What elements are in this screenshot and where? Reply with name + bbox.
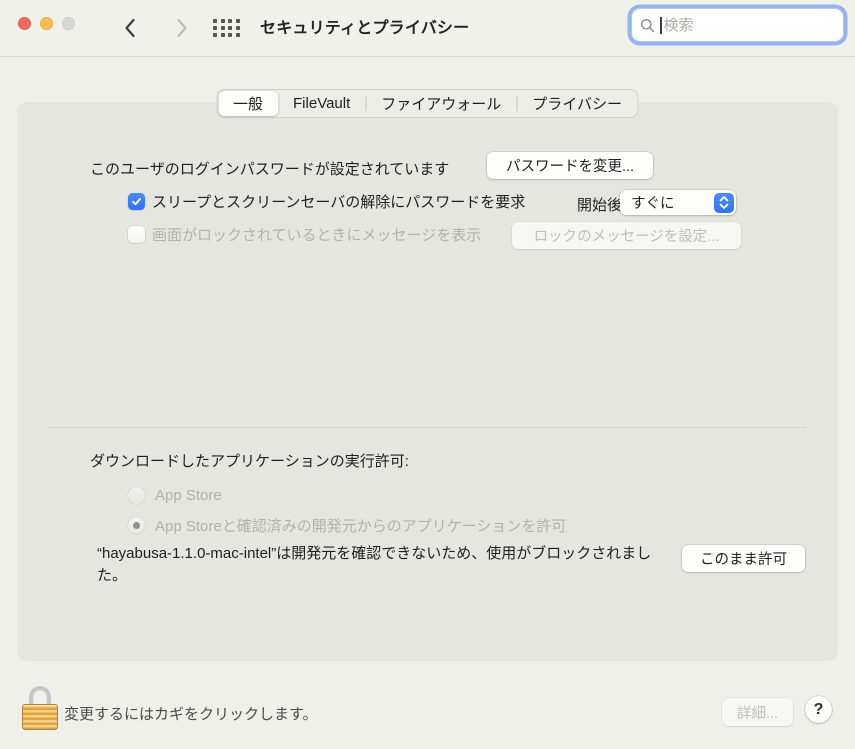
radio-identified-developers-label: App Storeと確認済みの開発元からのアプリケーションを許可 (155, 515, 566, 536)
window-title: セキュリティとプライバシー (260, 0, 469, 57)
tab-firewall[interactable]: ファイアウォール (366, 91, 516, 116)
tab-general[interactable]: 一般 (218, 91, 278, 116)
lock-message-checkbox (128, 226, 145, 243)
downloads-section-label: ダウンロードしたアプリケーションの実行許可: (90, 450, 409, 471)
close-button[interactable] (18, 17, 31, 30)
delay-popup-button[interactable]: すぐに (620, 190, 736, 215)
lock-closed-icon[interactable] (22, 686, 58, 730)
show-all-grid-icon[interactable] (213, 15, 240, 40)
lock-message-label: 画面がロックされているときにメッセージを表示 (152, 224, 481, 245)
search-input[interactable] (664, 17, 836, 34)
password-status-label: このユーザのログインパスワードが設定されています (90, 158, 449, 179)
section-divider (48, 427, 807, 428)
change-password-button[interactable]: パスワードを変更... (487, 152, 653, 179)
search-field[interactable] (631, 8, 844, 42)
security-privacy-window: { "window": { "title": "セキュリティとプライバシー" }… (0, 0, 855, 749)
checkmark-icon (131, 196, 142, 207)
tab-bar: 一般 FileVault ファイアウォール プライバシー (216, 89, 639, 118)
search-icon (640, 18, 655, 33)
lock-hint-label: 変更するにはカギをクリックします。 (64, 703, 318, 724)
help-button[interactable]: ? (805, 696, 832, 723)
allow-anyway-button[interactable]: このまま許可 (682, 545, 805, 572)
traffic-lights (18, 17, 75, 30)
blocked-app-message: “hayabusa-1.1.0-mac-intel”は開発元を確認できないため、… (97, 543, 672, 586)
tab-filevault[interactable]: FileVault (278, 91, 365, 116)
popup-stepper-icon (714, 193, 734, 213)
minimize-button[interactable] (40, 17, 53, 30)
radio-app-store (128, 487, 145, 504)
radio-identified-developers (128, 517, 145, 534)
set-lock-message-button: ロックのメッセージを設定... (512, 222, 741, 249)
radio-app-store-label: App Store (155, 487, 222, 504)
chevron-left-icon (124, 18, 136, 38)
tab-privacy[interactable]: プライバシー (517, 91, 637, 116)
require-password-label: スリープとスクリーンセーバの解除にパスワードを要求 (152, 191, 525, 212)
general-pane: このユーザのログインパスワードが設定されています パスワードを変更... スリー… (18, 103, 837, 660)
advanced-button: 詳細... (722, 698, 793, 726)
chevron-right-icon (176, 18, 188, 38)
zoom-button (62, 17, 75, 30)
require-password-checkbox[interactable] (128, 193, 145, 210)
back-button[interactable] (117, 13, 143, 43)
text-caret (660, 17, 662, 34)
after-label: 開始後: (577, 194, 626, 215)
delay-popup-value: すぐに (620, 192, 675, 213)
titlebar: セキュリティとプライバシー (0, 0, 855, 57)
forward-button (169, 13, 195, 43)
lock-body (22, 704, 58, 730)
